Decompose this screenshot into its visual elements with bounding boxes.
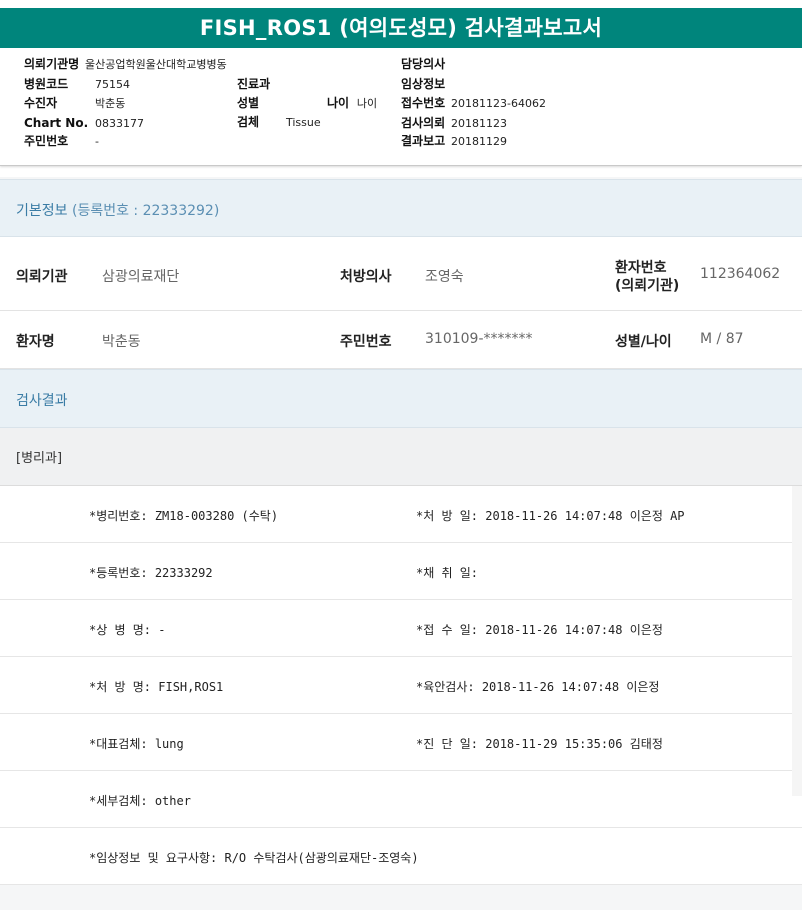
basic-info-row: 의뢰기관 삼광의료재단 처방의사 조영숙 환자번호 (의뢰기관) 1123640… bbox=[0, 237, 802, 311]
sex-label: 성별 bbox=[237, 96, 260, 110]
prescriber-value: 조영숙 bbox=[425, 269, 464, 285]
results-title: 검사결과 bbox=[16, 393, 68, 409]
report-title: FISH_ROS1 (여의도성모) 검사결과보고서 bbox=[0, 8, 802, 48]
specimen-value: Tissue bbox=[286, 116, 321, 129]
result-row: *대표검체: lung *진 단 일: 2018-11-29 15:35:06 … bbox=[0, 714, 802, 771]
basic-info-reg-no: (등록번호 : 22333292) bbox=[71, 203, 220, 219]
basic-info-row: 환자명 박춘동 주민번호 310109-******* 성별/나이 M / 87 bbox=[0, 311, 802, 369]
result-left-text: *처 방 명: FISH,ROS1 bbox=[89, 680, 224, 694]
result-row: *세부검체: other bbox=[0, 771, 802, 828]
institution-value: 울산공업학원울산대학교병병동 bbox=[85, 58, 227, 71]
basic-info-title: 기본정보 bbox=[16, 203, 68, 219]
department-label: 진료과 bbox=[237, 77, 271, 91]
report-date-value: 20181129 bbox=[451, 135, 507, 148]
resident-no-label: 주민번호 bbox=[24, 134, 69, 148]
doctor-label: 담당의사 bbox=[401, 57, 446, 71]
receiver-value: 박춘동 bbox=[95, 97, 126, 110]
chart-no-value: 0833177 bbox=[95, 117, 144, 130]
result-right-text: *진 단 일: 2018-11-29 15:35:06 김태정 bbox=[416, 737, 663, 751]
report-header-card: FISH_ROS1 (여의도성모) 검사결과보고서 의뢰기관명 울산공업학원울산… bbox=[0, 0, 802, 166]
age-label: 나이 bbox=[327, 96, 350, 110]
report-date-label: 결과보고 bbox=[401, 134, 446, 148]
receipt-no-value: 20181123-64062 bbox=[451, 97, 546, 110]
department-row: [병리과] bbox=[0, 428, 802, 486]
sex-age-label: 성별/나이 bbox=[615, 334, 672, 350]
patient-name-label: 환자명 bbox=[16, 334, 55, 350]
patient-no-label: 환자번호 bbox=[615, 260, 667, 276]
basic-info-header: 기본정보 (등록번호 : 22333292) bbox=[0, 179, 802, 237]
patient-no-sublabel: (의뢰기관) bbox=[615, 278, 680, 294]
department-name: [병리과] bbox=[16, 451, 63, 466]
result-left-text: *상 병 명: - bbox=[89, 623, 166, 637]
resident-no-value: - bbox=[95, 135, 99, 148]
results-header: 검사결과 bbox=[0, 369, 802, 428]
result-right-text: *채 취 일: bbox=[416, 566, 479, 580]
vertical-scrollbar[interactable] bbox=[792, 486, 802, 796]
result-left-text: *임상정보 및 요구사항: R/O 수탁검사(삼광의료재단-조영숙) bbox=[89, 851, 419, 865]
hospital-code-label: 병원코드 bbox=[24, 77, 69, 91]
result-row: *임상정보 및 요구사항: R/O 수탁검사(삼광의료재단-조영숙) bbox=[0, 828, 802, 885]
result-left-text: *세부검체: other bbox=[89, 794, 191, 808]
hospital-code-value: 75154 bbox=[95, 78, 130, 91]
result-right-text: *육안검사: 2018-11-26 14:07:48 이은정 bbox=[416, 680, 660, 694]
result-left-text: *병리번호: ZM18-003280 (수탁) bbox=[89, 509, 279, 523]
patient-name-value: 박춘동 bbox=[102, 334, 141, 350]
hospital-code-field: 병원코드 bbox=[24, 77, 68, 91]
result-right-text: *접 수 일: 2018-11-26 14:07:48 이은정 bbox=[416, 623, 663, 637]
resident-id-value: 310109-******* bbox=[425, 331, 533, 347]
institution-info-label: 의뢰기관 bbox=[16, 269, 68, 285]
patient-no-value: 112364062 bbox=[700, 266, 781, 282]
result-left-text: *대표검체: lung bbox=[89, 737, 184, 751]
sex-age-value: M / 87 bbox=[700, 331, 744, 347]
receiver-label: 수진자 bbox=[24, 96, 58, 110]
result-row: *상 병 명: - *접 수 일: 2018-11-26 14:07:48 이은… bbox=[0, 600, 802, 657]
result-right-text: *처 방 일: 2018-11-26 14:07:48 이은정 AP bbox=[416, 509, 685, 523]
specimen-label: 검체 bbox=[237, 115, 260, 129]
institution-info-value: 삼광의료재단 bbox=[102, 269, 180, 285]
institution-field: 의뢰기관명 울산공업학원울산대학교병병동 bbox=[24, 57, 227, 72]
chart-no-label: Chart No. bbox=[24, 116, 89, 130]
clinical-info-label: 임상정보 bbox=[401, 77, 446, 91]
prescriber-label: 처방의사 bbox=[340, 269, 392, 285]
resident-id-label: 주민번호 bbox=[340, 334, 392, 350]
result-left-text: *등록번호: 22333292 bbox=[89, 566, 213, 580]
result-row: *병리번호: ZM18-003280 (수탁) *처 방 일: 2018-11-… bbox=[0, 486, 802, 543]
result-row: *처 방 명: FISH,ROS1 *육안검사: 2018-11-26 14:0… bbox=[0, 657, 802, 714]
result-row: *등록번호: 22333292 *채 취 일: bbox=[0, 543, 802, 600]
institution-label: 의뢰기관명 bbox=[24, 57, 80, 71]
receipt-no-label: 접수번호 bbox=[401, 96, 446, 110]
age-value: 나이 bbox=[356, 97, 378, 110]
request-date-label: 검사의뢰 bbox=[401, 116, 446, 130]
request-date-value: 20181123 bbox=[451, 117, 507, 130]
